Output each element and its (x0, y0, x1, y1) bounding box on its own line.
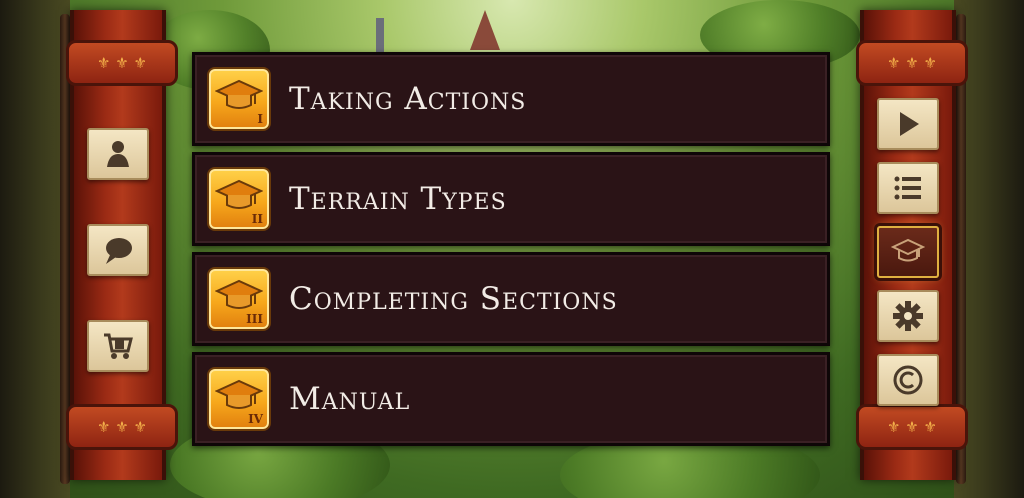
tutorial-number: II (251, 212, 263, 226)
credits-button[interactable] (877, 354, 939, 406)
single-player-icon (107, 141, 129, 167)
list-icon (894, 176, 921, 200)
chat-bubble-icon (106, 238, 132, 264)
castle-tower (376, 18, 384, 52)
tutorial-badge: III (207, 267, 271, 331)
graduation-cap-icon (215, 279, 263, 309)
tutorial-badge: I (207, 67, 271, 131)
single-player-button[interactable] (87, 128, 149, 180)
castle-tower (470, 10, 500, 50)
fleur-de-lis-trim: ⚜ ⚜ ⚜ (66, 40, 178, 86)
tutorial-number: I (257, 112, 263, 126)
graduation-cap-icon (215, 179, 263, 209)
menu-item-manual[interactable]: IV Manual (192, 352, 830, 446)
tutorial-number: III (246, 312, 263, 326)
fleur-de-lis-trim: ⚜ ⚜ ⚜ (856, 404, 968, 450)
menu-item-label: Taking Actions (289, 81, 527, 117)
left-sidebar-banner: ⚜ ⚜ ⚜ ⚜ ⚜ ⚜ (66, 10, 178, 480)
menu-item-terrain-types[interactable]: II Terrain Types (192, 152, 830, 246)
menu-item-label: Terrain Types (289, 181, 507, 217)
settings-button[interactable] (877, 290, 939, 342)
gear-icon (893, 301, 923, 331)
graduation-cap-icon (215, 379, 263, 409)
play-button[interactable] (877, 98, 939, 150)
tutorial-menu: I Taking Actions II Terrain Types III Co… (192, 52, 830, 446)
play-icon (900, 112, 919, 136)
menu-item-taking-actions[interactable]: I Taking Actions (192, 52, 830, 146)
copyright-icon (893, 365, 923, 395)
graduation-cap-icon (891, 238, 925, 262)
fleur-de-lis-trim: ⚜ ⚜ ⚜ (66, 404, 178, 450)
fleur-de-lis-trim: ⚜ ⚜ ⚜ (856, 40, 968, 86)
tutorial-number: IV (248, 412, 263, 426)
menu-item-label: Completing Sections (289, 281, 618, 317)
tutorial-badge: IV (207, 367, 271, 431)
tutorial-badge: II (207, 167, 271, 231)
tutorial-button[interactable] (877, 226, 939, 278)
list-button[interactable] (877, 162, 939, 214)
menu-item-label: Manual (289, 381, 411, 417)
menu-item-completing-sections[interactable]: III Completing Sections (192, 252, 830, 346)
right-sidebar-banner: ⚜ ⚜ ⚜ ⚜ ⚜ ⚜ (856, 10, 968, 480)
shop-cart-icon (104, 333, 133, 359)
graduation-cap-icon (215, 79, 263, 109)
chat-button[interactable] (87, 224, 149, 276)
shop-button[interactable] (87, 320, 149, 372)
